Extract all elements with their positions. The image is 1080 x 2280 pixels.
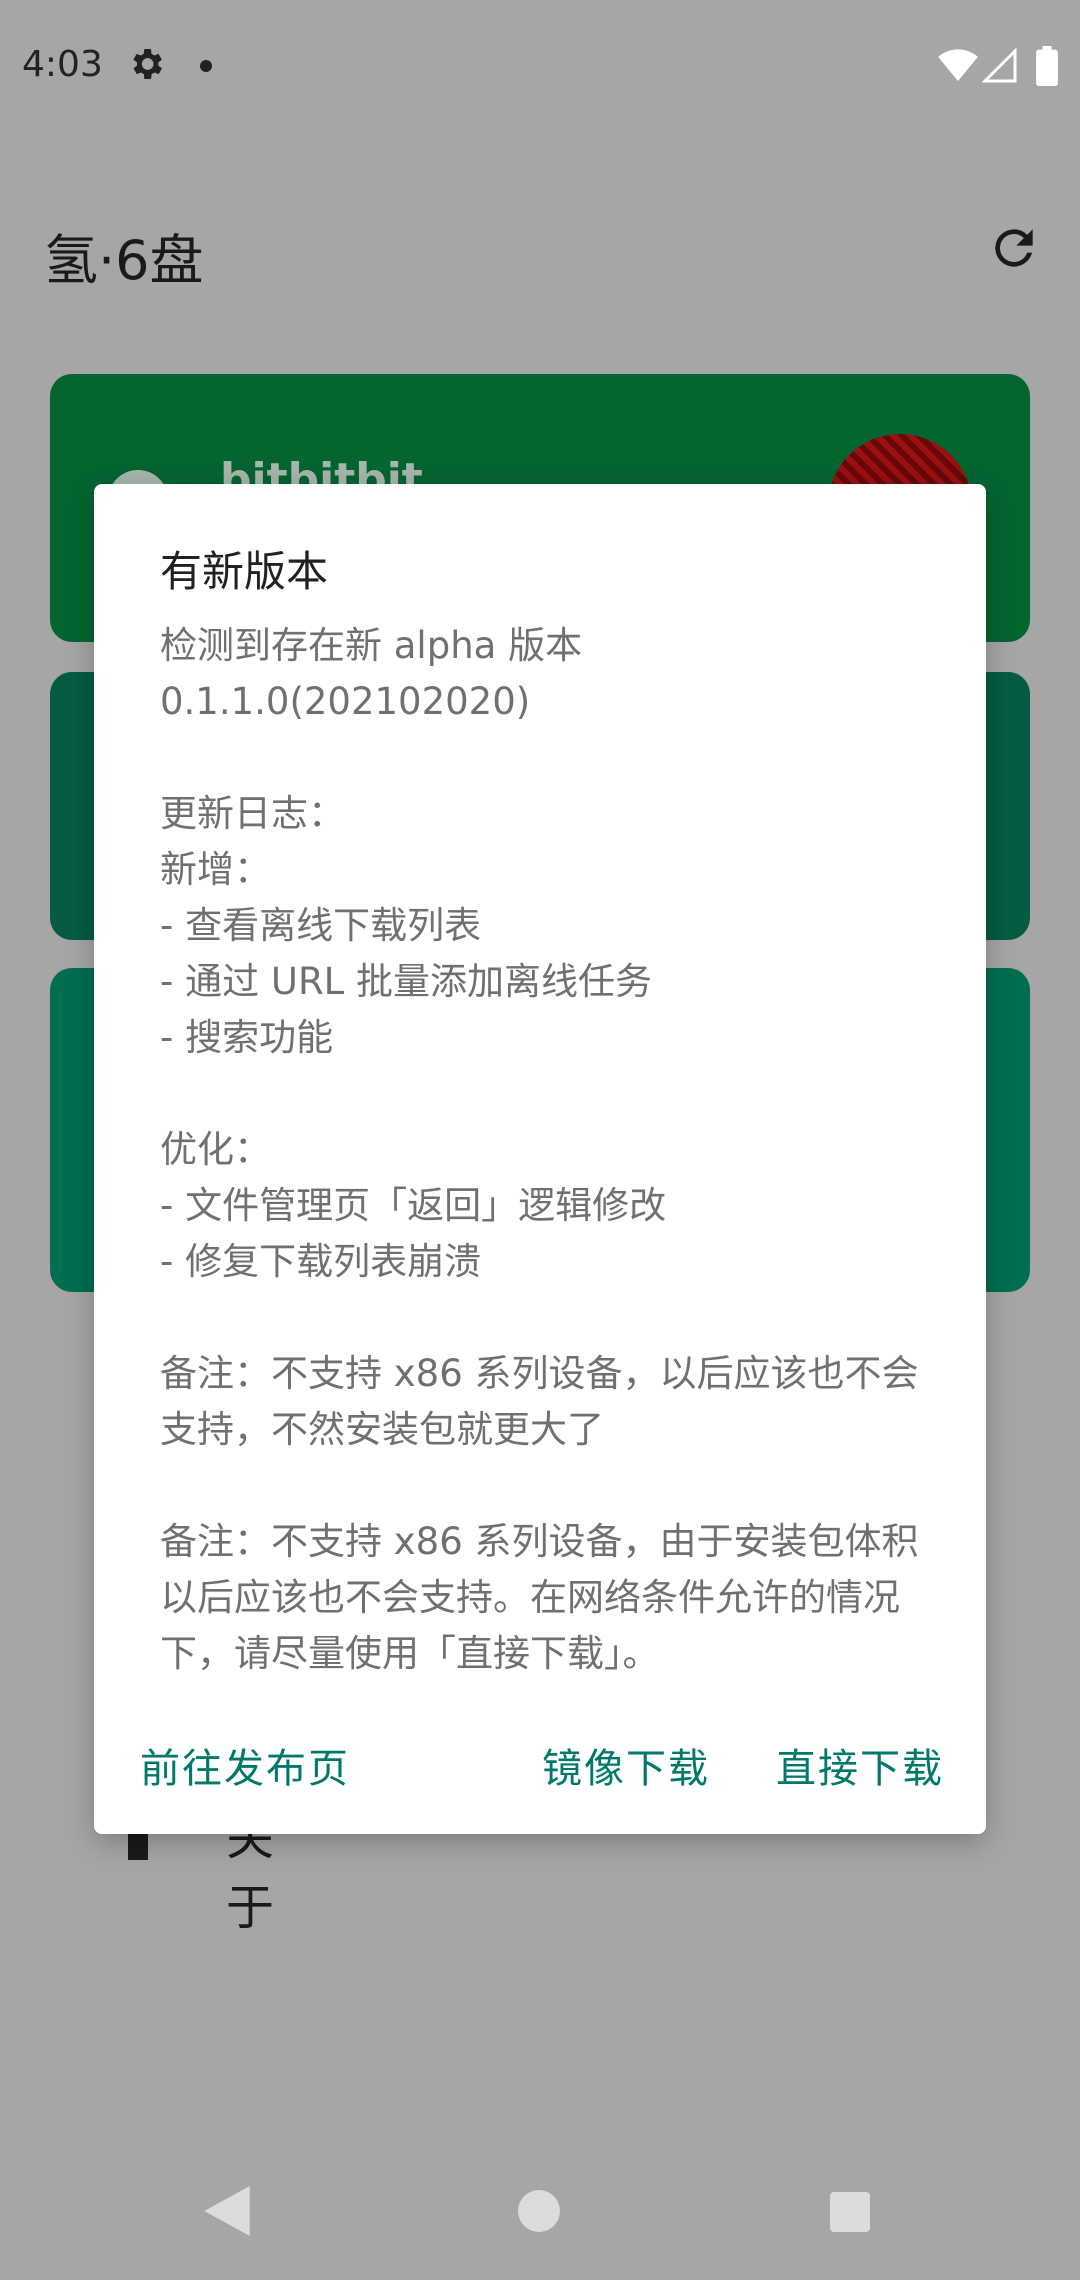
- release-page-button[interactable]: 前往发布页: [140, 1730, 350, 1800]
- battery-icon: [1036, 46, 1058, 86]
- direct-download-button[interactable]: 直接下载: [776, 1730, 944, 1800]
- navigation-bar: [0, 2140, 1080, 2280]
- refresh-icon[interactable]: [986, 220, 1042, 276]
- dialog-actions: 前往发布页 镜像下载 直接下载: [94, 1730, 986, 1810]
- notification-dot: [200, 60, 212, 72]
- status-time: 4:03: [22, 44, 103, 85]
- wifi-icon: [938, 49, 978, 81]
- mirror-download-button[interactable]: 镜像下载: [542, 1730, 710, 1800]
- update-dialog: 有新版本 检测到存在新 alpha 版本 0.1.1.0(202102020) …: [94, 484, 986, 1834]
- home-icon[interactable]: [518, 2190, 560, 2232]
- settings-icon: [133, 49, 162, 79]
- recents-icon[interactable]: [830, 2192, 870, 2232]
- dialog-message: 检测到存在新 alpha 版本 0.1.1.0(202102020) 更新日志：…: [160, 624, 919, 1675]
- back-icon[interactable]: [204, 2186, 250, 2236]
- app-title: 氢·6盘: [44, 229, 204, 292]
- dialog-title: 有新版本: [160, 547, 329, 596]
- signal-icon: [982, 48, 1017, 83]
- status-bar: 4:03: [0, 0, 1080, 130]
